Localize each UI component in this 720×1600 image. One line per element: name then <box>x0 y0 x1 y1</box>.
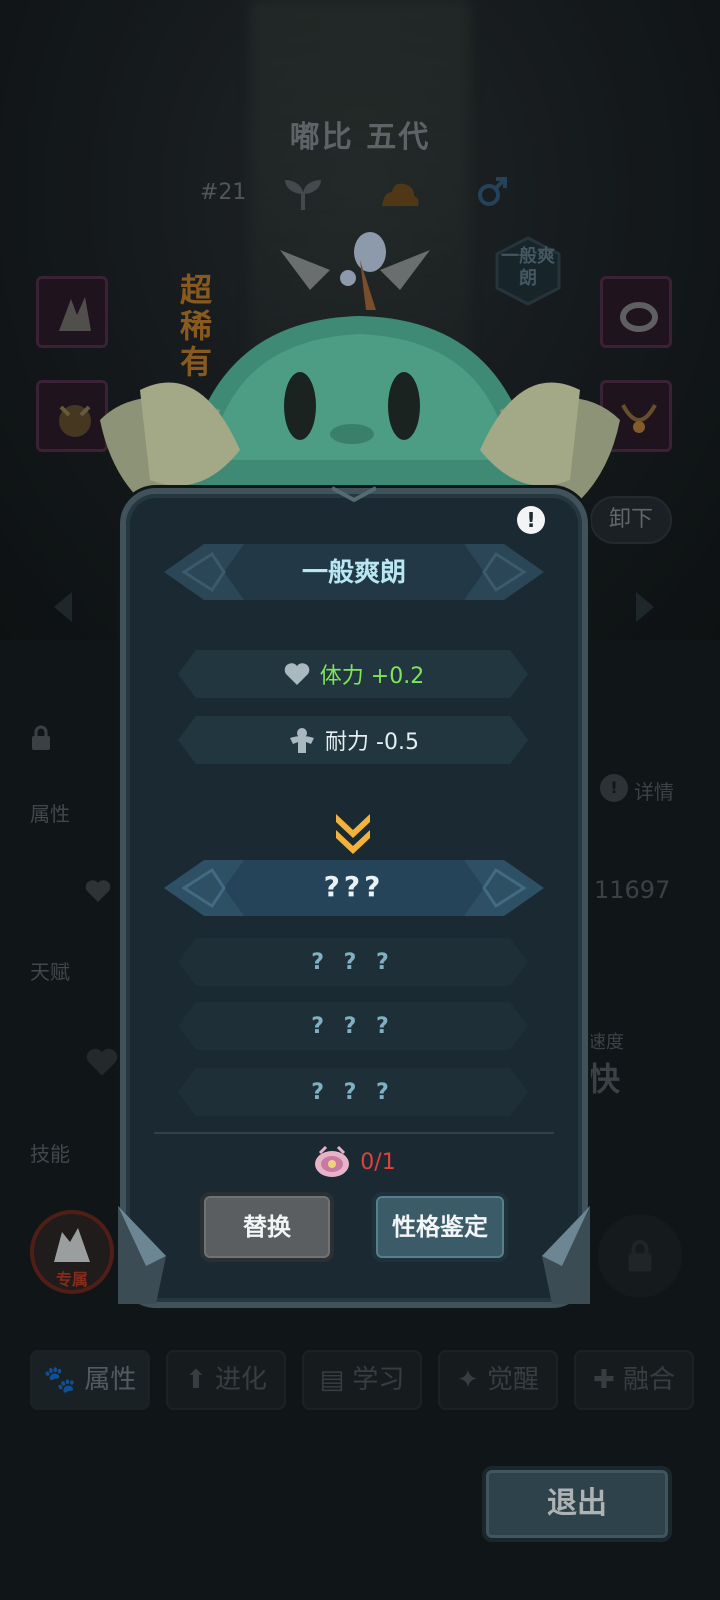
heart-icon <box>284 663 310 685</box>
paw-icon: 🐾 <box>43 1365 77 1395</box>
beast-icon: ✦ <box>456 1365 479 1395</box>
lock-icon <box>628 1239 652 1272</box>
sprout-icon <box>285 180 321 210</box>
speed-label: 速度 <box>588 1032 624 1053</box>
unknown-stat-row: ? ? ? <box>178 1068 528 1116</box>
modal-title: 一般爽朗 <box>301 558 406 588</box>
fusion-icon: ✚ <box>592 1365 615 1395</box>
tab-awaken[interactable]: ✦ 觉醒 <box>438 1350 558 1410</box>
replace-button[interactable]: 替换 <box>200 1192 334 1262</box>
stat-endurance: 耐力 -0.5 <box>325 730 419 755</box>
alert-icon[interactable]: ! <box>517 506 545 534</box>
new-personality-title: ??? <box>323 870 385 903</box>
tab-attributes[interactable]: 🐾 属性 <box>30 1350 150 1410</box>
personality-modal: ! 一般爽朗 体力 +0.2 耐力 -0.5 ??? ? ? ? ? ? ? ?… <box>118 486 590 1308</box>
tab-evolve[interactable]: ⬆ 进化 <box>166 1350 286 1410</box>
exclusive-label: 专属 <box>55 1270 88 1289</box>
chevron-down-icon <box>336 814 370 854</box>
item-count-text: 0/1 <box>360 1149 396 1175</box>
beast-icon <box>54 1228 90 1262</box>
male-icon <box>478 177 507 206</box>
stat-stamina: 体力 +0.2 <box>319 664 425 689</box>
details-link[interactable]: 详情 <box>634 776 674 805</box>
tab-fusion[interactable]: ✚ 融合 <box>574 1350 694 1410</box>
unknown-stat: ? ? ? <box>311 1013 395 1039</box>
stat-row: 耐力 -0.5 <box>178 716 528 764</box>
skills-label: 技能 <box>30 1142 70 1166</box>
lock-icon <box>32 725 50 750</box>
terrain-icon <box>382 183 419 206</box>
unknown-stat: ? ? ? <box>311 1079 395 1105</box>
stat-row: 体力 +0.2 <box>178 650 528 698</box>
frame-corner-left <box>118 1206 166 1304</box>
book-icon: ▤ <box>319 1365 345 1395</box>
heart-icon <box>86 1048 118 1076</box>
unknown-stat-row: ? ? ? <box>178 1002 528 1050</box>
tab-learn[interactable]: ▤ 学习 <box>302 1350 422 1410</box>
info-icon[interactable]: ! <box>600 774 628 802</box>
unknown-stat-row: ? ? ? <box>178 938 528 986</box>
heart-icon <box>85 880 111 902</box>
frame-corner-right <box>542 1206 590 1304</box>
appraise-personality-button[interactable]: 性格鉴定 <box>372 1192 508 1262</box>
frame-top-notch <box>332 486 376 503</box>
attributes-label: 属性 <box>30 802 70 826</box>
prev-arrow-icon[interactable] <box>50 590 74 624</box>
muscle-icon <box>290 728 315 753</box>
speed-value: 快 <box>588 1060 621 1098</box>
pet-number: #21 <box>200 180 247 205</box>
talent-label: 天赋 <box>30 960 70 984</box>
appraisal-item-counter: 0/1 <box>120 1144 588 1180</box>
divider <box>154 1132 554 1134</box>
hp-value: 11697 <box>594 876 671 904</box>
next-arrow-icon[interactable] <box>634 590 658 624</box>
bottom-tab-bar: 🐾 属性 ⬆ 进化 ▤ 学习 ✦ 觉醒 ✚ 融合 <box>30 1350 694 1412</box>
pet-name: 嘟比 五代 <box>289 120 431 155</box>
locked-slot[interactable] <box>598 1214 682 1298</box>
exclusive-badge[interactable]: 专属 <box>30 1210 114 1294</box>
potion-icon <box>315 1145 350 1177</box>
evolve-arrow-icon: ⬆ <box>184 1365 207 1395</box>
unknown-stat: ? ? ? <box>311 949 395 975</box>
exit-button[interactable]: 退出 <box>482 1466 672 1542</box>
